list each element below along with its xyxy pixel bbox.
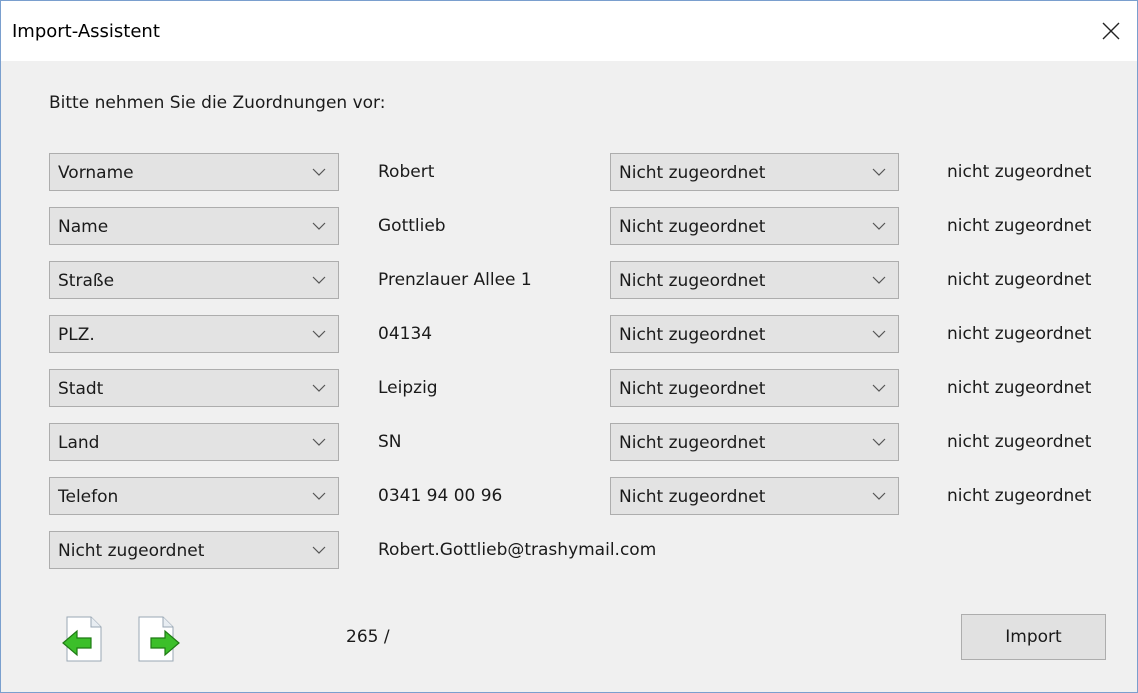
next-record-button[interactable] <box>137 615 181 663</box>
mapping-select-plz[interactable]: Nicht zugeordnet <box>610 315 899 353</box>
chevron-down-icon <box>312 384 326 392</box>
chevron-down-icon <box>312 492 326 500</box>
record-value-strasse: Prenzlauer Allee 1 <box>378 270 532 290</box>
field-select-vorname[interactable]: Vorname <box>49 153 339 191</box>
mapping-select-stadt[interactable]: Nicht zugeordnet <box>610 369 899 407</box>
field-select-label: Vorname <box>58 163 134 183</box>
record-value-land: SN <box>378 432 402 452</box>
chevron-down-icon <box>312 546 326 554</box>
field-select-label: Name <box>58 217 109 237</box>
chevron-down-icon <box>872 168 886 176</box>
mapping-select-label: Nicht zugeordnet <box>619 325 766 345</box>
mapping-status-telefon: nicht zugeordnet <box>947 486 1092 506</box>
mapping-status-name: nicht zugeordnet <box>947 216 1092 236</box>
chevron-down-icon <box>312 168 326 176</box>
chevron-down-icon <box>312 276 326 284</box>
mapping-select-label: Nicht zugeordnet <box>619 487 766 507</box>
mapping-select-vorname[interactable]: Nicht zugeordnet <box>610 153 899 191</box>
field-select-label: Straße <box>58 271 115 291</box>
chevron-down-icon <box>312 438 326 446</box>
field-select-name[interactable]: Name <box>49 207 339 245</box>
mapping-status-land: nicht zugeordnet <box>947 432 1092 452</box>
record-value-name: Gottlieb <box>378 216 446 236</box>
field-select-label: Stadt <box>58 379 104 399</box>
previous-record-icon <box>62 616 102 662</box>
chevron-down-icon <box>872 438 886 446</box>
record-value-vorname: Robert <box>378 162 435 182</box>
close-button[interactable] <box>1085 1 1137 61</box>
record-counter: 265 / <box>346 627 390 647</box>
instruction-text: Bitte nehmen Sie die Zuordnungen vor: <box>49 93 386 113</box>
title-bar: Import-Assistent <box>1 1 1137 61</box>
field-select-email[interactable]: Nicht zugeordnet <box>49 531 339 569</box>
chevron-down-icon <box>312 222 326 230</box>
field-select-label: Nicht zugeordnet <box>58 541 205 561</box>
close-icon <box>1102 22 1120 40</box>
field-select-telefon[interactable]: Telefon <box>49 477 339 515</box>
import-button[interactable]: Import <box>961 614 1106 660</box>
next-record-icon <box>138 616 180 662</box>
field-select-stadt[interactable]: Stadt <box>49 369 339 407</box>
mapping-select-name[interactable]: Nicht zugeordnet <box>610 207 899 245</box>
chevron-down-icon <box>312 330 326 338</box>
mapping-select-label: Nicht zugeordnet <box>619 379 766 399</box>
field-select-label: Telefon <box>58 487 119 507</box>
record-value-stadt: Leipzig <box>378 378 438 398</box>
mapping-select-land[interactable]: Nicht zugeordnet <box>610 423 899 461</box>
window-title: Import-Assistent <box>12 21 160 42</box>
field-select-plz[interactable]: PLZ. <box>49 315 339 353</box>
chevron-down-icon <box>872 384 886 392</box>
record-value-email: Robert.Gottlieb@trashymail.com <box>378 540 657 560</box>
mapping-select-telefon[interactable]: Nicht zugeordnet <box>610 477 899 515</box>
field-select-land[interactable]: Land <box>49 423 339 461</box>
chevron-down-icon <box>872 222 886 230</box>
chevron-down-icon <box>872 492 886 500</box>
mapping-status-stadt: nicht zugeordnet <box>947 378 1092 398</box>
mapping-select-strasse[interactable]: Nicht zugeordnet <box>610 261 899 299</box>
mapping-select-label: Nicht zugeordnet <box>619 433 766 453</box>
mapping-select-label: Nicht zugeordnet <box>619 163 766 183</box>
mapping-status-plz: nicht zugeordnet <box>947 324 1092 344</box>
field-select-label: Land <box>58 433 100 453</box>
mapping-status-vorname: nicht zugeordnet <box>947 162 1092 182</box>
record-value-telefon: 0341 94 00 96 <box>378 486 503 506</box>
field-select-strasse[interactable]: Straße <box>49 261 339 299</box>
import-assistant-window: Import-Assistent Bitte nehmen Sie die Zu… <box>0 0 1138 693</box>
chevron-down-icon <box>872 330 886 338</box>
mapping-select-label: Nicht zugeordnet <box>619 271 766 291</box>
mapping-select-label: Nicht zugeordnet <box>619 217 766 237</box>
mapping-status-strasse: nicht zugeordnet <box>947 270 1092 290</box>
record-value-plz: 04134 <box>378 324 433 344</box>
chevron-down-icon <box>872 276 886 284</box>
previous-record-button[interactable] <box>61 615 105 663</box>
field-select-label: PLZ. <box>58 325 95 345</box>
